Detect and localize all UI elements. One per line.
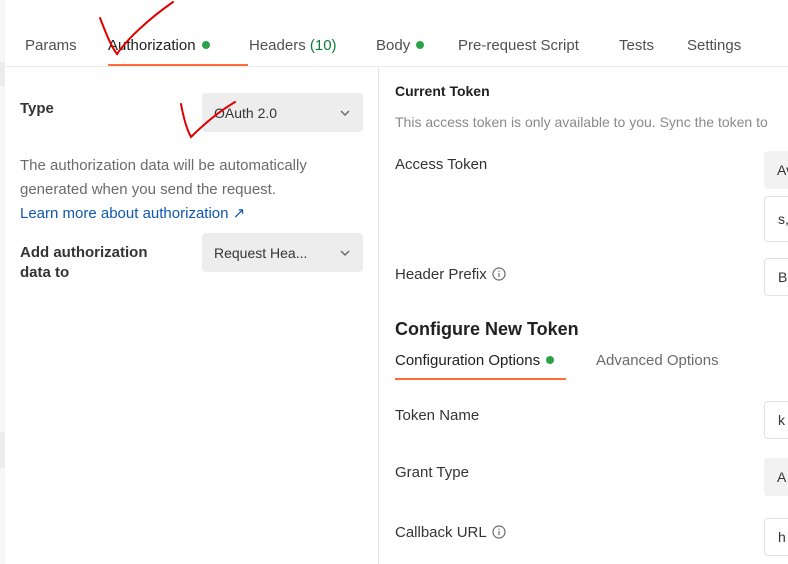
access-token-field[interactable]: s, bbox=[764, 196, 788, 242]
learn-more-link[interactable]: Learn more about authorization ↗ bbox=[20, 204, 245, 222]
token-name-label: Token Name bbox=[395, 407, 480, 424]
tab-tests[interactable]: Tests bbox=[619, 37, 654, 54]
header-prefix-label: Header Prefix bbox=[395, 266, 506, 283]
add-auth-value: Request Hea... bbox=[214, 244, 308, 261]
gutter-band bbox=[0, 432, 5, 468]
info-icon[interactable] bbox=[492, 525, 506, 539]
add-auth-label: Add authorization data to bbox=[20, 244, 148, 281]
current-token-subtitle: This access token is only available to y… bbox=[395, 114, 768, 130]
tab-body[interactable]: Body bbox=[376, 37, 425, 54]
auth-type-value: OAuth 2.0 bbox=[214, 104, 278, 121]
chevron-down-icon bbox=[340, 109, 350, 116]
tab-pre-request-script[interactable]: Pre-request Script bbox=[458, 37, 579, 54]
callback-url-label: Callback URL bbox=[395, 524, 506, 541]
callback-url-input[interactable]: h bbox=[764, 518, 788, 556]
auth-type-select[interactable]: OAuth 2.0 bbox=[202, 93, 363, 132]
headers-count: (10) bbox=[309, 37, 337, 54]
chevron-down-icon bbox=[340, 249, 350, 256]
tab-authorization[interactable]: Authorization bbox=[108, 37, 210, 54]
status-dot bbox=[546, 356, 555, 364]
access-token-label: Access Token bbox=[395, 156, 488, 173]
tabs-divider bbox=[5, 66, 788, 67]
access-token-select[interactable]: Av bbox=[764, 151, 788, 189]
auth-description: The authorization data will be automatic… bbox=[20, 157, 307, 198]
tab-settings[interactable]: Settings bbox=[687, 37, 741, 54]
grant-type-select[interactable]: A bbox=[764, 458, 788, 496]
add-auth-select[interactable]: Request Hea... bbox=[202, 233, 363, 272]
token-name-input[interactable]: k bbox=[764, 401, 788, 439]
left-gutter bbox=[0, 0, 5, 564]
tab-params[interactable]: Params bbox=[25, 37, 77, 54]
current-token-title: Current Token bbox=[395, 83, 490, 99]
info-icon[interactable] bbox=[492, 267, 506, 281]
type-label: Type bbox=[20, 100, 54, 117]
grant-type-label: Grant Type bbox=[395, 464, 469, 481]
tab-headers[interactable]: Headers (10) bbox=[249, 37, 337, 54]
subtab-configuration-options[interactable]: Configuration Options bbox=[395, 352, 555, 369]
subtab-advanced-options[interactable]: Advanced Options bbox=[596, 352, 719, 369]
configure-token-title: Configure New Token bbox=[395, 319, 579, 339]
active-subtab-indicator bbox=[395, 378, 566, 380]
column-divider bbox=[378, 67, 379, 564]
status-dot bbox=[201, 41, 210, 49]
header-prefix-input[interactable]: B bbox=[764, 258, 788, 296]
status-dot bbox=[416, 41, 425, 49]
